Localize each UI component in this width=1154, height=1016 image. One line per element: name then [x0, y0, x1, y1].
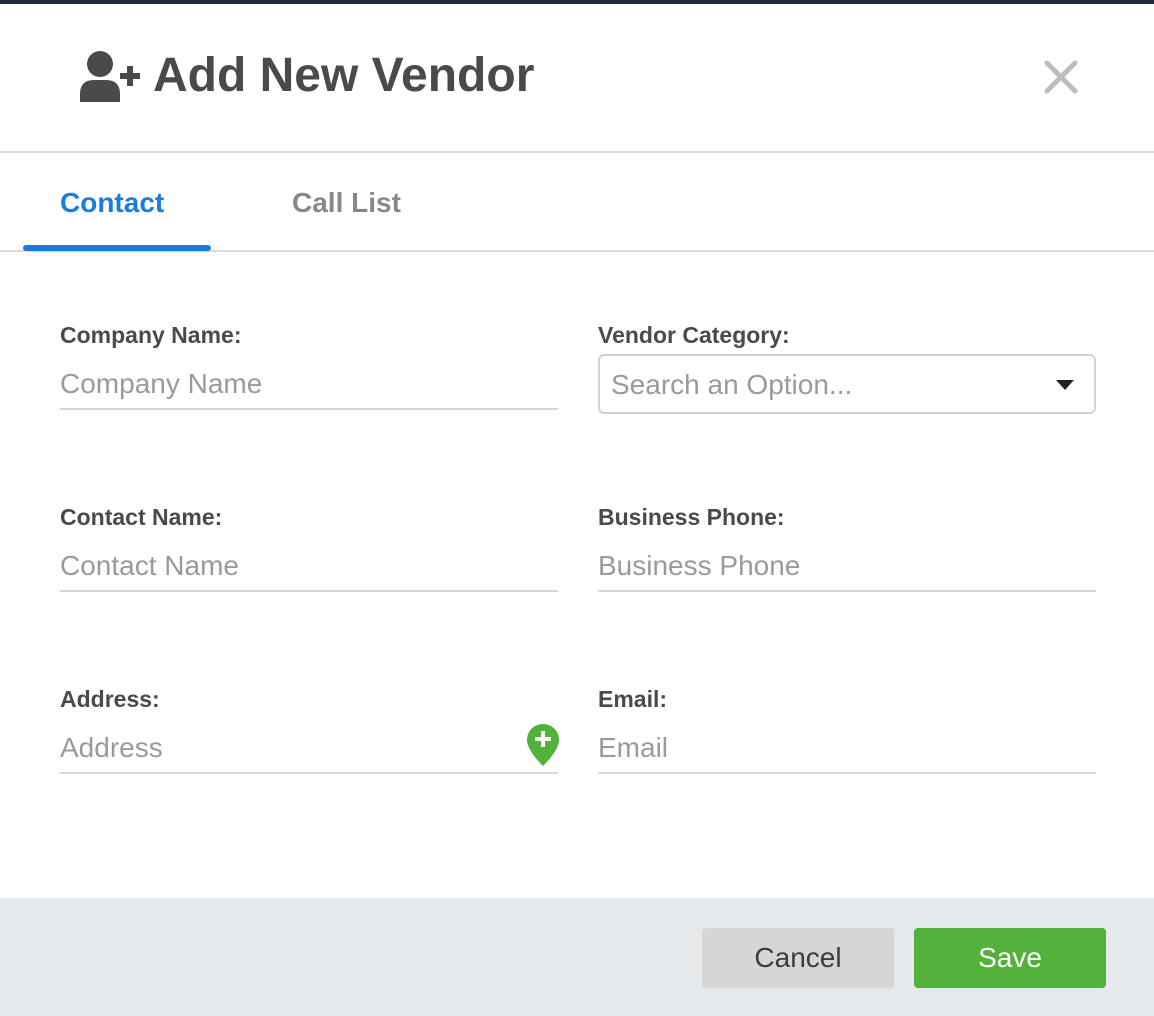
- map-pin-plus-icon[interactable]: [527, 724, 559, 766]
- modal-header: Add New Vendor: [0, 4, 1154, 153]
- company-name-input[interactable]: [60, 360, 558, 410]
- vendor-category-placeholder: Search an Option...: [611, 369, 853, 400]
- tab-bar: Contact Call List: [0, 155, 1154, 252]
- caret-down-icon: [1056, 380, 1074, 390]
- save-button[interactable]: Save: [914, 928, 1106, 988]
- business-phone-label: Business Phone:: [598, 504, 785, 530]
- address-label: Address:: [60, 686, 160, 712]
- user-plus-icon: [80, 51, 140, 102]
- email-input[interactable]: [598, 724, 1096, 774]
- business-phone-input[interactable]: [598, 542, 1096, 592]
- add-vendor-modal: Add New Vendor Contact Call List Company…: [0, 4, 1154, 1016]
- cancel-button[interactable]: Cancel: [702, 928, 894, 988]
- vendor-category-label: Vendor Category:: [598, 322, 790, 348]
- company-name-label: Company Name:: [60, 322, 242, 348]
- tab-call-list[interactable]: Call List: [292, 185, 401, 221]
- close-icon[interactable]: [1038, 54, 1084, 100]
- modal-footer: Cancel Save: [0, 898, 1154, 1016]
- email-label: Email:: [598, 686, 668, 712]
- active-tab-indicator: [23, 245, 211, 251]
- contact-name-label: Contact Name:: [60, 504, 223, 530]
- tab-contact[interactable]: Contact: [60, 185, 164, 221]
- contact-name-input[interactable]: [60, 542, 558, 592]
- modal-title: Add New Vendor: [153, 49, 535, 102]
- address-input[interactable]: [60, 724, 558, 774]
- vendor-category-select[interactable]: Search an Option...: [598, 354, 1096, 414]
